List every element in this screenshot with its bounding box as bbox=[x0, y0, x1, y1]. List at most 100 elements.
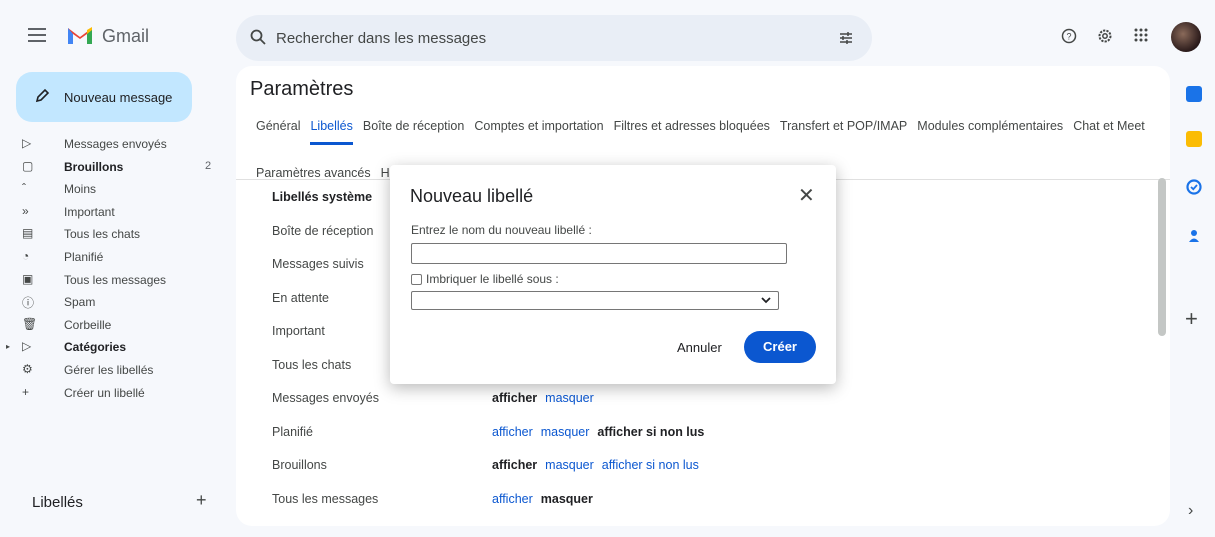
search-options-icon[interactable] bbox=[838, 30, 854, 46]
sidebar-item[interactable]: ⚙ Gérer les libellés bbox=[0, 359, 228, 382]
sidebar-item-label: Messages envoyés bbox=[64, 137, 167, 151]
table-row: Messages envoyés afficher masquer bbox=[272, 387, 1152, 421]
apps-grid-icon[interactable] bbox=[1134, 28, 1148, 42]
tasks-icon[interactable] bbox=[1186, 179, 1202, 195]
close-icon[interactable]: ✕ bbox=[798, 183, 815, 208]
sidebar-item-label: Catégories bbox=[64, 340, 127, 355]
sidebar-item[interactable]: » Important bbox=[0, 201, 228, 224]
important-icon: » bbox=[22, 203, 29, 218]
scrollbar-thumb[interactable] bbox=[1158, 178, 1166, 336]
sidebar-nav: ▷ Messages envoyés ▢ Brouillons 2 ˆ Moins » Impo… bbox=[0, 133, 228, 404]
app-brand: Gmail bbox=[102, 26, 150, 46]
sidebar-item-label: Spam bbox=[64, 295, 96, 310]
sidebar-item-label: Important bbox=[64, 204, 115, 219]
sidebar-item[interactable]: ⓘ Spam bbox=[0, 291, 228, 314]
page-title: Paramètres bbox=[250, 78, 354, 100]
search-icon[interactable] bbox=[250, 29, 266, 45]
new-label-dialog: Nouveau libellé ✕ Entrez le nom du nouve… bbox=[390, 165, 836, 384]
label-name: Important bbox=[272, 324, 325, 338]
chevron-down-icon bbox=[761, 297, 771, 304]
sidebar-item[interactable]: + Créer un libellé bbox=[0, 382, 228, 405]
label-name: Planifié bbox=[272, 424, 313, 439]
sidebar-item-label: Tous les messages bbox=[64, 272, 167, 287]
calendar-icon[interactable] bbox=[1186, 86, 1202, 102]
settings-tab[interactable]: Libellés bbox=[310, 118, 353, 145]
settings-tab[interactable]: Filtres et adresses bloquées bbox=[614, 118, 770, 134]
label-name-caption: Entrez le nom du nouveau libellé : bbox=[411, 223, 592, 237]
option-link[interactable]: masquer bbox=[541, 425, 590, 439]
label-name: Boîte de réception bbox=[272, 223, 374, 238]
all-mail-icon: ▣ bbox=[22, 271, 34, 286]
table-row: Brouillons afficher masquer afficher si non… bbox=[272, 454, 1152, 488]
plus-icon: + bbox=[22, 384, 30, 399]
selected-option: afficher bbox=[492, 458, 538, 472]
search-bar[interactable]: Rechercher dans les messages bbox=[236, 15, 872, 61]
sidebar-item-label: Planifié bbox=[64, 249, 104, 264]
sidebar-item[interactable]: 🗑 Corbeille bbox=[0, 314, 228, 337]
compose-button[interactable]: Nouveau message bbox=[16, 72, 192, 122]
sidebar-item[interactable]: ▢ Brouillons 2 bbox=[0, 156, 228, 179]
sidebar-item-label: Moins bbox=[64, 182, 97, 197]
option-link[interactable]: afficher bbox=[492, 425, 533, 439]
sidebar-item-label: Créer un libellé bbox=[64, 385, 145, 400]
add-label-icon[interactable]: + bbox=[196, 490, 207, 511]
nest-label-checkbox[interactable] bbox=[411, 274, 422, 285]
settings-tab[interactable]: Comptes et importation bbox=[474, 118, 603, 134]
cancel-button[interactable]: Annuler bbox=[677, 340, 722, 355]
sidebar-item[interactable]: ▷ Messages envoyés bbox=[0, 133, 228, 156]
label-name: Tous les messages bbox=[272, 491, 379, 506]
label-actions: afficher masquer afficher si non lus bbox=[492, 425, 712, 439]
sidebar-item-label: Brouillons bbox=[64, 159, 124, 174]
settings-tab[interactable]: Boîte de réception bbox=[363, 118, 464, 134]
contacts-icon[interactable] bbox=[1186, 228, 1202, 244]
label-name-input[interactable] bbox=[411, 243, 787, 264]
settings-tab[interactable]: Transfert et POP/IMAP bbox=[780, 118, 907, 134]
selected-option: afficher bbox=[492, 391, 538, 405]
settings-gear-icon[interactable] bbox=[1097, 28, 1113, 44]
label-name: Brouillons bbox=[272, 458, 327, 472]
send-icon: ▷ bbox=[22, 136, 32, 150]
svg-text:?: ? bbox=[1066, 32, 1071, 42]
sidebar-item[interactable]: ◔ Planifié bbox=[0, 246, 228, 269]
account-avatar[interactable] bbox=[1171, 22, 1201, 52]
sidebar-item[interactable]: ▸ ▷ Catégories bbox=[0, 336, 228, 359]
sidebar-item[interactable]: ▤ Tous les chats bbox=[0, 223, 228, 246]
scheduled-icon: ◔ bbox=[22, 248, 30, 263]
sidebar-item-label: Tous les chats bbox=[64, 227, 141, 242]
help-icon[interactable]: ? bbox=[1061, 28, 1077, 44]
main-menu-icon[interactable] bbox=[28, 28, 46, 42]
draft-icon: ▢ bbox=[22, 158, 34, 173]
sidebar-item-label: Corbeille bbox=[64, 317, 112, 332]
sidebar-item-label: Gérer les libellés bbox=[64, 362, 154, 377]
option-link[interactable]: afficher bbox=[492, 492, 533, 506]
add-addon-icon[interactable]: + bbox=[1185, 306, 1198, 332]
parent-label-select[interactable] bbox=[411, 291, 779, 310]
option-link[interactable]: afficher si non lus bbox=[602, 458, 699, 472]
gmail-logo[interactable] bbox=[66, 24, 94, 46]
spam-icon: ⓘ bbox=[22, 296, 35, 311]
label-actions: afficher masquer bbox=[492, 391, 602, 405]
label-actions: afficher masquer afficher si non lus bbox=[492, 458, 707, 472]
nest-label-caption: Imbriquer le libellé sous : bbox=[426, 272, 559, 286]
expand-caret-icon[interactable]: ▸ bbox=[6, 342, 10, 351]
keep-icon[interactable] bbox=[1186, 131, 1202, 147]
sidebar-item-count: 2 bbox=[205, 159, 212, 172]
settings-tab[interactable]: Général bbox=[256, 118, 300, 134]
sidebar-item[interactable]: ˆ Moins bbox=[0, 178, 228, 201]
pencil-icon bbox=[35, 88, 50, 103]
search-input[interactable]: Rechercher dans les messages bbox=[276, 30, 486, 47]
create-button[interactable]: Créer bbox=[744, 331, 816, 363]
settings-tab[interactable]: Chat et Meet bbox=[1073, 118, 1145, 134]
chevron-up-icon: ˆ bbox=[22, 181, 26, 196]
labels-section-title: Libellés bbox=[32, 494, 83, 511]
option-link[interactable]: masquer bbox=[545, 458, 594, 472]
sidebar-item[interactable]: ▣ Tous les messages bbox=[0, 269, 228, 292]
compose-label: Nouveau message bbox=[64, 90, 173, 105]
table-header: Libellés système bbox=[272, 190, 373, 204]
chevron-right-icon[interactable]: › bbox=[1188, 502, 1193, 520]
table-row: Tous les messages afficher masquer bbox=[272, 488, 1152, 522]
dialog-title: Nouveau libellé bbox=[410, 186, 534, 206]
settings-tab[interactable]: Modules complémentaires bbox=[917, 118, 1063, 134]
option-link[interactable]: masquer bbox=[545, 391, 594, 405]
label-name: En attente bbox=[272, 290, 329, 305]
